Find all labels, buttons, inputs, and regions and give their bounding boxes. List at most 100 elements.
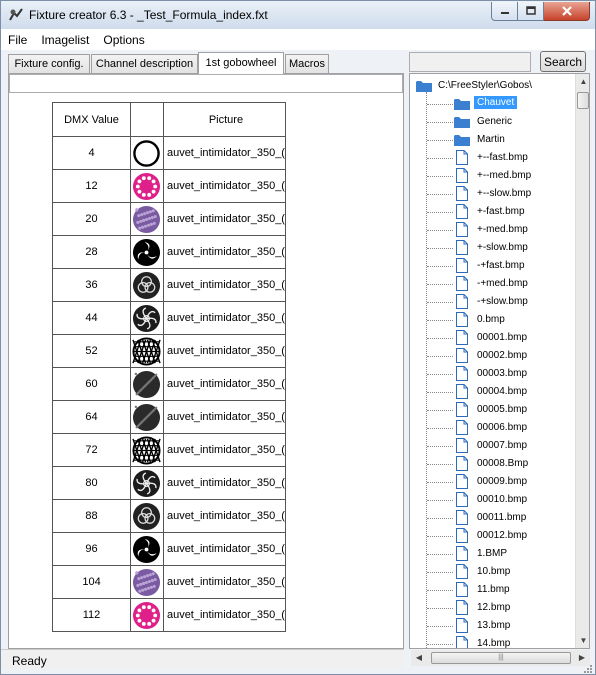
gobo-image-cell[interactable] [130,169,164,203]
picture-filename-cell[interactable]: auvet_intimidator_350_( [162,400,287,434]
scroll-down-arrow-icon[interactable]: ▼ [576,633,589,648]
tree-file-label: -+med.bmp [477,278,528,289]
menu-file[interactable]: File [1,29,34,50]
maximize-button[interactable] [518,2,544,21]
dmx-value-cell[interactable]: 36 [51,268,132,302]
tab-channel-description[interactable]: Channel description [91,54,198,73]
picture-filename-cell[interactable]: auvet_intimidator_350_( [162,235,287,269]
picture-filename-cell[interactable]: auvet_intimidator_350_( [162,433,287,467]
dmx-value-cell[interactable]: 96 [51,532,132,566]
tree-vertical-scrollbar[interactable]: ▲ ▼ [575,74,589,648]
minimize-button[interactable] [491,2,518,21]
scroll-up-arrow-icon[interactable]: ▲ [576,74,589,90]
dmx-value-cell[interactable]: 44 [51,301,132,335]
gobo-image-cell[interactable] [130,334,164,368]
dmx-value-cell[interactable]: 60 [51,367,132,401]
table-row[interactable]: 88 auvet_intimidator_350_( [51,499,287,533]
picture-filename-cell[interactable]: auvet_intimidator_350_( [162,202,287,236]
picture-filename-cell[interactable]: auvet_intimidator_350_( [162,301,287,335]
tab-macros[interactable]: Macros [285,54,329,73]
gobowheel-name-field[interactable] [9,74,403,93]
gobo-image-cell[interactable] [130,499,164,533]
dmx-value-cell[interactable]: 88 [51,499,132,533]
gobo-image-cell[interactable] [130,235,164,269]
dmx-value-cell[interactable]: 12 [51,169,132,203]
dmx-value-cell[interactable]: 20 [51,202,132,236]
tab-fixture-config[interactable]: Fixture config. [8,54,90,73]
scroll-thumb[interactable] [577,92,589,109]
table-row[interactable]: 20 auvet_intimidator_350_( [51,202,287,236]
picture-filename-cell[interactable]: auvet_intimidator_350_( [162,334,287,368]
gobo-image-cell[interactable] [130,400,164,434]
picture-filename-cell[interactable]: auvet_intimidator_350_( [162,499,287,533]
table-row[interactable]: 80 auvet_intimidator_350_( [51,466,287,500]
tab-1st-gobowheel[interactable]: 1st gobowheel [198,52,284,74]
dmx-value-cell[interactable]: 4 [51,136,132,170]
gobo-image-cell[interactable] [130,532,164,566]
header-picture[interactable]: Picture [162,102,287,137]
picture-filename-cell[interactable]: auvet_intimidator_350_( [162,268,287,302]
header-image[interactable] [130,102,164,137]
tree-file-label: 00008.Bmp [477,458,529,469]
table-row[interactable]: 60 auvet_intimidator_350_( [51,367,287,401]
horizontal-scroll-thumb[interactable]: ||| [431,652,571,664]
gobo-image-cell[interactable] [130,202,164,236]
app-window: Fixture creator 6.3 - _Test_Formula_inde… [0,0,596,675]
picture-filename-cell[interactable]: auvet_intimidator_350_( [162,598,287,632]
dmx-value-cell[interactable]: 28 [51,235,132,269]
table-row[interactable]: 96 auvet_intimidator_350_( [51,532,287,566]
gobo-table-body: 4 auvet_intimidator_350_( 12 auvet_intimida… [51,136,287,632]
table-row[interactable]: 44 auvet_intimidator_350_( [51,301,287,335]
search-button[interactable]: Search [540,51,586,72]
gobo-image-cell[interactable] [130,598,164,632]
picture-filename-cell[interactable]: auvet_intimidator_350_( [162,466,287,500]
table-row[interactable]: 12 auvet_intimidator_350_( [51,169,287,203]
dmx-value-cell[interactable]: 72 [51,433,132,467]
table-row[interactable]: 4 auvet_intimidator_350_( [51,136,287,170]
tree-file-label: 12.bmp [477,602,511,613]
dmx-value-cell[interactable]: 112 [51,598,132,632]
picture-filename-cell[interactable]: auvet_intimidator_350_( [162,565,287,599]
title-bar[interactable]: Fixture creator 6.3 - _Test_Formula_inde… [1,1,595,29]
picture-filename-cell[interactable]: auvet_intimidator_350_( [162,136,287,170]
table-row[interactable]: 52 auvet_intimidator_350_( [51,334,287,368]
tree-file-label: 00003.bmp [477,368,528,379]
tree-file-label: +--med.bmp [477,170,532,181]
window-controls [491,2,590,21]
gobo-image-cell[interactable] [130,136,164,170]
dmx-value-cell[interactable]: 52 [51,334,132,368]
table-row[interactable]: 28 auvet_intimidator_350_( [51,235,287,269]
gobo-image-cell[interactable] [130,367,164,401]
picture-filename-cell[interactable]: auvet_intimidator_350_( [162,367,287,401]
table-row[interactable]: 104 auvet_intimidator_350_( [51,565,287,599]
close-button[interactable] [544,2,590,21]
menu-options[interactable]: Options [96,29,151,50]
gobo-image-cell[interactable] [130,466,164,500]
app-icon [9,8,23,21]
table-row[interactable]: 36 auvet_intimidator_350_( [51,268,287,302]
tree-file-label: 11.bmp [477,584,510,595]
status-text: Ready [12,654,47,668]
tree-file-label: 1.BMP [477,548,508,559]
table-row[interactable]: 112 auvet_intimidator_350_( [51,598,287,632]
gobo-image-cell[interactable] [130,565,164,599]
picture-filename-cell[interactable]: auvet_intimidator_350_( [162,169,287,203]
search-input[interactable] [409,52,531,72]
picture-filename-cell[interactable]: auvet_intimidator_350_( [162,532,287,566]
dmx-value-cell[interactable]: 104 [51,565,132,599]
table-row[interactable]: 72 auvet_intimidator_350_( [51,433,287,467]
gobo-image-cell[interactable] [130,301,164,335]
dmx-value-cell[interactable]: 64 [51,400,132,434]
tree-horizontal-scrollbar[interactable]: ◀ ||| ▶ [411,650,590,666]
gobo-image-cell[interactable] [130,433,164,467]
status-bar: Ready [1,649,404,669]
menu-imagelist[interactable]: Imagelist [34,29,96,50]
resize-grip-icon[interactable] [583,664,593,674]
tree-file-label: 00002.bmp [477,350,528,361]
magenta-dots-gobo-icon [131,601,163,630]
scroll-left-arrow-icon[interactable]: ◀ [411,650,427,666]
dmx-value-cell[interactable]: 80 [51,466,132,500]
header-dmx-value[interactable]: DMX Value [51,102,132,137]
table-row[interactable]: 64 auvet_intimidator_350_( [51,400,287,434]
gobo-image-cell[interactable] [130,268,164,302]
